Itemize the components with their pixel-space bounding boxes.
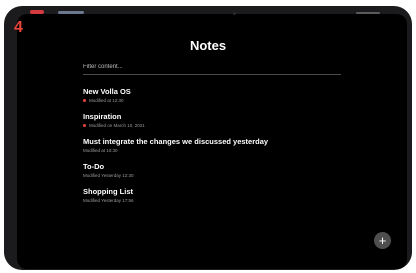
note-meta: Modified Yesterday 12:30 [83,172,343,180]
note-meta: Modified at 10:30 [83,147,343,155]
note-title: Must integrate the changes we discussed … [83,137,269,146]
note-meta: Modified Yesterday 17:56 [83,197,343,205]
pinned-dot-icon [83,99,86,103]
note-modified: Modified Yesterday 17:56 [83,198,134,203]
note-title: New Volla OS [83,87,131,96]
note-title: Inspiration [83,112,122,121]
note-item[interactable]: To-Do Modified Yesterday 12:30 [83,162,343,180]
note-modified: Modified Yesterday 12:30 [83,173,134,178]
note-meta: Modified at 12:30 [83,97,343,105]
note-item[interactable]: Must integrate the changes we discussed … [83,137,343,155]
note-item[interactable]: Shopping List Modified Yesterday 17:56 [83,187,343,205]
note-title: To-Do [83,162,105,171]
note-modified: Modified on March 10, 2021 [89,123,145,128]
front-camera [233,12,236,15]
note-meta: Modified on March 10, 2021 [83,122,343,130]
note-title: Shopping List [83,187,133,196]
note-item[interactable]: Inspiration Modified on March 10, 2021 [83,112,343,130]
note-modified: Modified at 12:30 [89,98,124,103]
pinned-dot-icon [83,124,86,128]
note-modified: Modified at 10:30 [83,148,118,153]
add-note-button[interactable]: + [374,232,391,249]
app-logo[interactable]: 4 [14,20,23,36]
filter-input[interactable] [83,60,341,75]
plus-icon: + [378,233,387,248]
note-item[interactable]: New Volla OS Modified at 12:30 [83,87,343,105]
page-title: Notes [189,38,227,53]
